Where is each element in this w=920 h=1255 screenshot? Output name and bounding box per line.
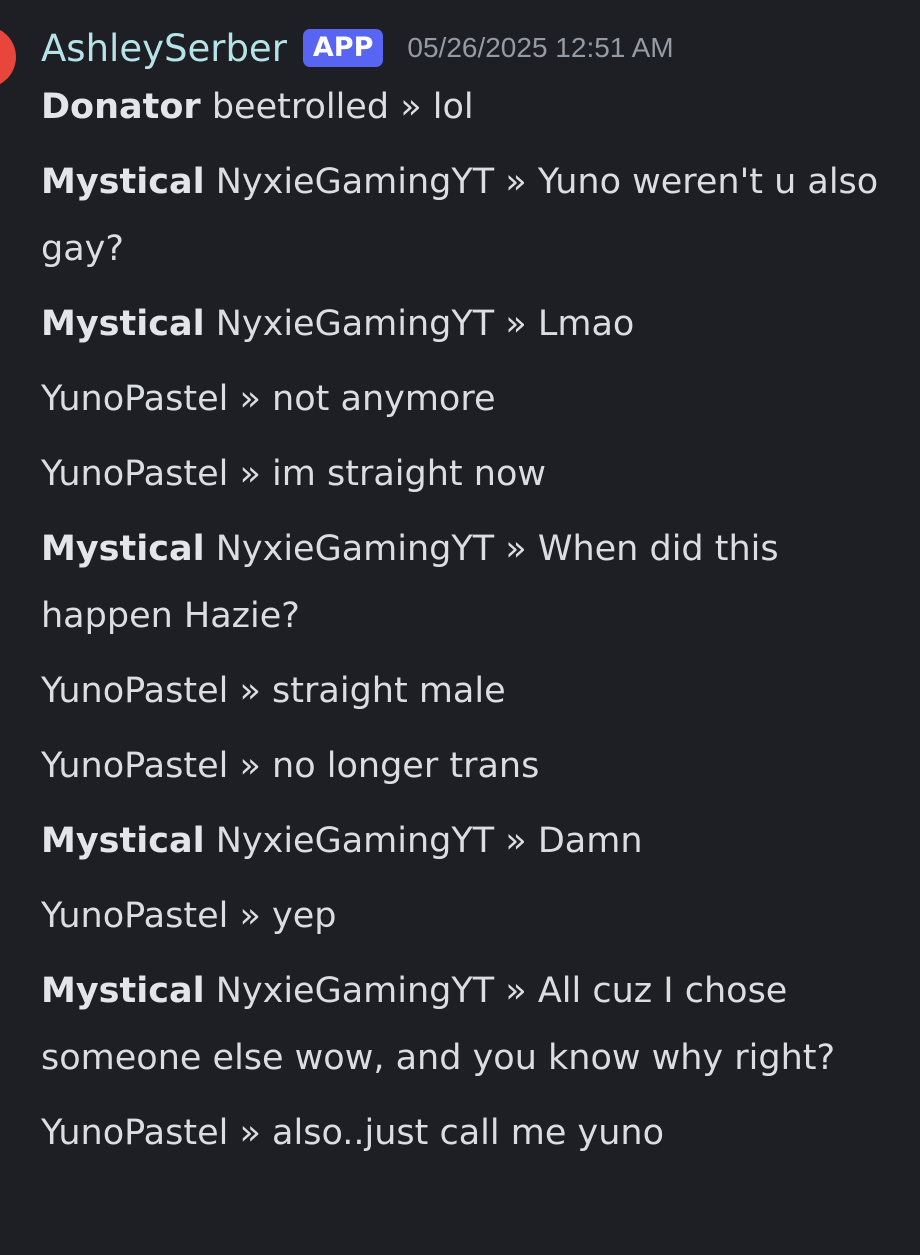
separator: » [505,304,527,344]
separator: » [239,896,261,936]
separator: » [505,529,527,569]
rank-label: Mystical [41,304,205,344]
chat-line: Mystical NyxieGamingYT » Damn [41,808,901,883]
chat-text: not anymore [272,379,496,419]
player-name: beetrolled [211,87,390,127]
player-name: YunoPastel [41,671,229,711]
chat-text: straight male [272,671,506,711]
player-name: YunoPastel [41,896,229,936]
chat-text: im straight now [272,454,546,494]
separator: » [400,87,422,127]
chat-line: YunoPastel » also..just call me yuno [41,1100,901,1175]
chat-text: lol [432,87,474,127]
app-badge: APP [302,28,384,68]
chat-line: Mystical NyxieGamingYT » Yuno weren't u … [41,149,901,291]
message-timestamp[interactable]: 05/26/2025 12:51 AM [407,32,673,64]
message-header: AshleySerber APP 05/26/2025 12:51 AM [41,18,911,78]
player-name: NyxieGamingYT [215,304,495,344]
separator: » [505,162,527,202]
chat-text: no longer trans [272,746,540,786]
chat-line: Mystical NyxieGamingYT » When did this h… [41,516,901,658]
chat-line: YunoPastel » yep [41,883,901,958]
separator: » [239,379,261,419]
chat-text: also..just call me yuno [272,1113,665,1153]
separator: » [239,1113,261,1153]
player-name: YunoPastel [41,454,229,494]
chat-line: Donator beetrolled » lol [41,74,901,149]
separator: » [505,821,527,861]
player-name: NyxieGamingYT [215,821,495,861]
rank-label: Mystical [41,971,205,1011]
chat-text: Lmao [537,304,635,344]
chat-line: Mystical NyxieGamingYT » All cuz I chose… [41,958,901,1100]
separator: » [505,971,527,1011]
chat-line: YunoPastel » im straight now [41,441,901,516]
chat-line: YunoPastel » straight male [41,658,901,733]
rank-label: Mystical [41,529,205,569]
player-name: YunoPastel [41,379,229,419]
separator: » [239,454,261,494]
rank-label: Mystical [41,821,205,861]
chat-line: Mystical NyxieGamingYT » Lmao [41,291,901,366]
chat-text: yep [272,896,337,936]
message-body: Donator beetrolled » lol Mystical NyxieG… [41,74,911,1175]
chat-text: Damn [537,821,643,861]
player-name: YunoPastel [41,746,229,786]
player-name: NyxieGamingYT [215,162,495,202]
separator: » [239,671,261,711]
player-name: NyxieGamingYT [215,971,495,1011]
chat-line: YunoPastel » no longer trans [41,733,901,808]
chat-message: AshleySerber APP 05/26/2025 12:51 AM Don… [41,18,911,1175]
player-name: NyxieGamingYT [215,529,495,569]
player-name: YunoPastel [41,1113,229,1153]
separator: » [239,746,261,786]
author-name[interactable]: AshleySerber [41,27,287,70]
chat-line: YunoPastel » not anymore [41,366,901,441]
rank-label: Mystical [41,162,205,202]
rank-label: Donator [41,87,201,127]
avatar-icon[interactable] [0,26,16,88]
